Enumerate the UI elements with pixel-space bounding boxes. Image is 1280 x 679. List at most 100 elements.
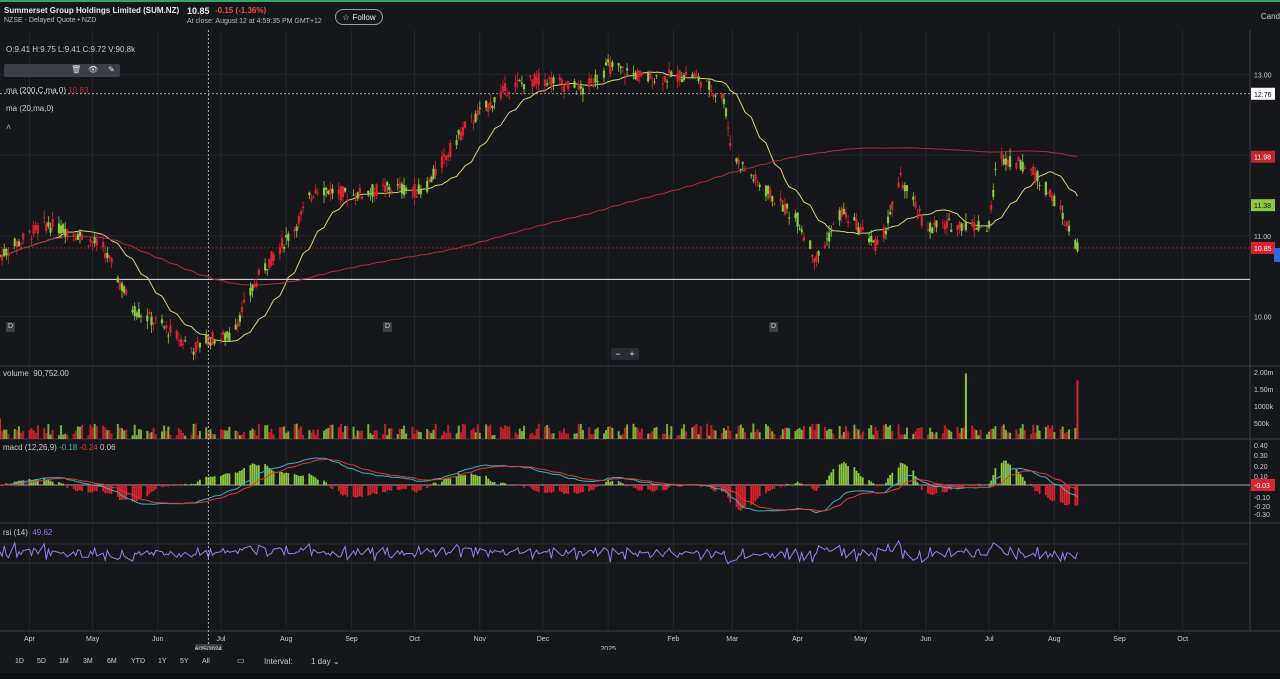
volume-bar — [396, 433, 399, 439]
bottom-toolbar: 1D 5D 1M 3M 6M YTD 1Y 5Y All ▭ Interval:… — [0, 651, 1280, 673]
macd-histogram-bar — [531, 485, 534, 490]
dividend-marker[interactable]: D — [383, 322, 392, 332]
pencil-icon[interactable]: ✎ — [108, 65, 115, 74]
collapse-legend-icon[interactable]: ˄ — [6, 122, 11, 132]
macd-histogram-bar — [209, 476, 212, 485]
candle — [920, 214, 923, 226]
volume-bar — [1076, 380, 1079, 439]
macd-histogram-bar — [920, 485, 923, 490]
macd-histogram-bar — [459, 474, 462, 485]
macd-histogram-bar — [632, 485, 635, 488]
candle — [287, 233, 290, 241]
volume-bar — [729, 430, 732, 439]
candle — [301, 206, 305, 209]
calendar-icon[interactable]: ▭ — [237, 656, 245, 665]
volume-bar — [43, 427, 46, 439]
candle — [104, 253, 107, 259]
price-tag-label: 12.76 — [1254, 92, 1272, 99]
macd-histogram-bar — [295, 474, 298, 485]
zoom-in-button[interactable]: + — [629, 349, 634, 359]
candle — [1032, 166, 1035, 175]
price-chart[interactable]: 13.0012.0011.0010.0012.7611.9811.3810.85… — [0, 0, 1280, 650]
candle — [154, 318, 157, 320]
volume-bar — [800, 429, 803, 439]
candle — [417, 184, 420, 194]
macd-histogram-bar — [302, 475, 304, 485]
candle — [638, 70, 641, 77]
volume-bar — [411, 426, 414, 439]
volume-bar — [1004, 429, 1007, 439]
macd-histogram-bar — [874, 485, 877, 486]
candle — [344, 187, 347, 192]
candle — [663, 75, 667, 82]
candle — [950, 229, 953, 232]
volume-bar — [268, 431, 271, 439]
range-all[interactable]: All — [202, 658, 210, 665]
range-6m[interactable]: 6M — [107, 658, 117, 665]
volume-bar — [752, 423, 755, 439]
candle — [160, 319, 164, 324]
candle — [346, 199, 349, 201]
price-tag-label: 11.98 — [1254, 155, 1271, 162]
candle — [594, 74, 597, 83]
candle — [442, 153, 446, 157]
macd-tick-label: -0.30 — [1254, 512, 1270, 519]
candle — [964, 221, 968, 230]
range-5d[interactable]: 5D — [37, 658, 46, 665]
volume-bar — [649, 433, 652, 439]
volume-bar — [884, 424, 887, 439]
macd-legend: macd (12,26,9) -0.18 -0.24 0.06 — [3, 443, 116, 452]
macd-histogram-bar — [859, 476, 862, 485]
ma20-legend[interactable]: ma (20,ma,0) — [6, 104, 54, 113]
range-ytd[interactable]: YTD — [131, 658, 145, 665]
macd-histogram-bar — [903, 464, 906, 485]
macd-histogram-bar — [104, 485, 107, 494]
panel-handle[interactable] — [1274, 248, 1280, 262]
volume-bar — [190, 434, 193, 439]
macd-histogram-bar — [441, 481, 443, 485]
trash-icon[interactable]: 🗑 — [71, 65, 81, 74]
range-5y[interactable]: 5Y — [180, 658, 189, 665]
macd-histogram-bar — [238, 470, 241, 485]
range-1y[interactable]: 1Y — [158, 658, 167, 665]
candle — [695, 74, 698, 76]
range-1d[interactable]: 1D — [15, 658, 24, 665]
macd-histogram-bar — [649, 485, 652, 491]
macd-histogram-bar — [956, 485, 959, 490]
candle — [148, 312, 151, 315]
volume-bar — [224, 430, 227, 439]
macd-histogram-bar — [979, 484, 982, 485]
range-3m[interactable]: 3M — [83, 658, 93, 665]
range-1m[interactable]: 1M — [59, 658, 69, 665]
volume-bar — [205, 427, 208, 439]
volume-bar — [316, 429, 319, 439]
volume-bar — [89, 424, 92, 439]
macd-histogram-bar — [91, 485, 94, 493]
candle — [985, 230, 989, 232]
volume-bar — [514, 432, 517, 439]
volume-bar — [194, 423, 197, 439]
dividend-marker[interactable]: D — [769, 322, 778, 332]
macd-histogram-bar — [74, 485, 77, 492]
volume-bar — [962, 427, 965, 439]
candle — [459, 131, 462, 141]
eye-icon[interactable]: 👁 — [88, 65, 98, 74]
candle — [750, 174, 753, 176]
volume-bar — [384, 423, 387, 439]
macd-histogram-bar — [773, 485, 776, 489]
candle — [1044, 181, 1047, 196]
volume-bar — [491, 435, 494, 439]
macd-histogram-bar — [310, 475, 313, 485]
zoom-out-button[interactable]: − — [615, 349, 620, 359]
macd-histogram-bar — [443, 479, 445, 485]
volume-bar — [447, 424, 450, 439]
macd-histogram-bar — [314, 477, 317, 485]
macd-histogram-bar — [76, 485, 79, 491]
interval-select[interactable]: 1 day ⌄ — [311, 657, 340, 666]
volume-bar — [329, 425, 332, 439]
candle — [1053, 195, 1056, 207]
candle — [840, 207, 843, 217]
dividend-marker[interactable]: D — [6, 322, 15, 332]
macd-histogram-bar — [1030, 484, 1033, 485]
ma200-legend[interactable]: ma (200,C,ma,0) 10.83 — [6, 86, 88, 95]
